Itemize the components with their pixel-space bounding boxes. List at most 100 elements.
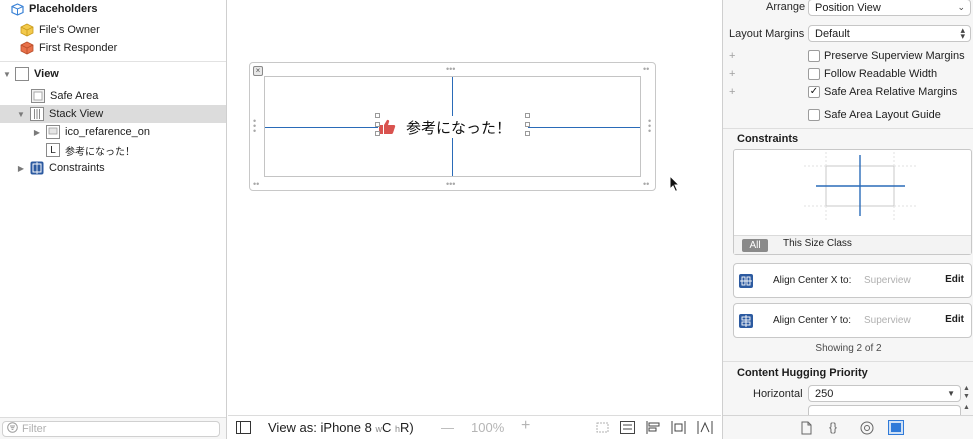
update-frames-icon[interactable] [595,421,610,437]
disclosure-closed-icon[interactable]: ▶ [16,164,26,173]
selection-handle[interactable] [375,122,380,127]
layout-margins-popup[interactable]: Default ▴ ▾ [808,25,971,42]
content-hugging-header: Content Hugging Priority [737,367,868,379]
device-label: View as: iPhone 8 [268,420,372,435]
toggle-outline-icon[interactable] [236,421,251,437]
resize-handle-top[interactable]: ••• [446,65,455,74]
files-owner-label: File's Owner [39,24,100,36]
align-center-x-icon [739,274,753,288]
constraint-name: Align Center Y to: [773,315,852,326]
outline-item-first-responder[interactable]: First Responder [0,39,226,57]
add-variation-button[interactable]: + [729,86,735,98]
selection-handle[interactable] [525,122,530,127]
label-item-label: 参考になった！ [65,146,135,158]
size-class-h: R [400,420,410,435]
safe-area-icon [31,89,45,103]
device-selector[interactable]: View as: iPhone 8 wC hR) [268,420,414,435]
outline-item-stack-view[interactable]: ▼ Stack View [0,105,226,123]
outline-item-files-owner[interactable]: File's Owner [0,21,226,39]
document-outline: Placeholders File's Owner First Responde… [0,0,227,439]
resize-handle-bottom[interactable]: ••• [446,180,455,189]
resize-handle-bottom-right[interactable]: •• [643,180,649,189]
view-label: View [34,68,59,80]
size-inspector: Arrange Position View ⌄ Layout Margins D… [722,0,973,439]
label-icon: L [46,143,60,157]
safe-area-label: Safe Area [50,90,99,102]
outline-item-label[interactable]: L 参考になった！ [0,141,226,159]
stack-view-icon [30,107,44,121]
constraint-diagram-graphic [804,152,916,222]
disclosure-open-icon[interactable]: ▼ [2,70,12,79]
interface-canvas[interactable]: × ••• ••• •• •• •• • • • • • • 参考になった！ [228,0,721,415]
quick-help-icon[interactable]: {} [829,420,837,434]
identity-inspector-icon[interactable] [860,421,874,438]
close-scene-icon[interactable]: × [253,66,263,76]
stepper[interactable]: ▲ ▼ [963,385,970,401]
constraints-icon [30,161,44,175]
selection-handle[interactable] [525,131,530,136]
tab-all[interactable]: All [742,239,768,252]
size-inspector-icon[interactable] [888,420,904,438]
add-variation-button[interactable]: + [729,50,735,62]
embed-in-stack-icon[interactable] [620,421,635,437]
follow-readable-width-checkbox[interactable] [808,68,820,80]
inspector-tab-bar: {} [723,415,973,439]
thumbs-up-icon [378,118,396,136]
safe-area-relative-margins-checkbox[interactable]: ✓ [808,86,820,98]
constraint-card-center-y[interactable]: Align Center Y to: Superview Edit [733,303,972,338]
preserve-superview-margins-checkbox[interactable] [808,50,820,62]
resize-handle-left[interactable]: • • • [253,117,258,136]
filter-icon [7,422,18,436]
outline-item-view[interactable]: ▼ View [0,65,226,83]
resize-handle-top-right[interactable]: •• [643,65,649,74]
add-constraints-icon[interactable] [671,421,686,437]
safe-area-relative-margins-label: Safe Area Relative Margins [824,86,958,98]
filter-field[interactable]: Filter [2,421,220,437]
outline-item-constraints[interactable]: ▶ Constraints [0,159,226,177]
disclosure-closed-icon[interactable]: ▶ [32,128,42,137]
constraint-card-center-x[interactable]: Align Center X to: Superview Edit [733,263,972,298]
constraints-header: Constraints [737,133,799,145]
size-class-w: C [381,420,392,435]
zoom-in-button[interactable]: + [521,417,530,435]
add-variation-button[interactable]: + [729,68,735,80]
placeholders-label: Placeholders [29,3,98,15]
selection-handle[interactable] [525,113,530,118]
constraint-target: Superview [864,275,911,286]
stack-label-text[interactable]: 参考になった！ [406,117,511,138]
selection-handle[interactable] [375,131,380,136]
stack-view[interactable]: 参考になった！ [378,116,528,138]
canvas-bottom-bar: View as: iPhone 8 wC hR) — 100% + [228,415,721,439]
horizontal-priority-field[interactable]: 250 ▼ [808,385,961,402]
zoom-out-button[interactable]: — [441,420,454,435]
root-view[interactable]: 参考になった！ [264,76,641,177]
follow-readable-width-label: Follow Readable Width [824,68,938,80]
outline-item-safe-area[interactable]: Safe Area [0,87,226,105]
placeholder-cube-icon [20,23,34,37]
section-divider [723,361,973,362]
file-inspector-icon[interactable] [801,421,812,438]
selection-handle[interactable] [375,113,380,118]
horizontal-label: Horizontal [753,388,803,400]
edit-constraint-button[interactable]: Edit [945,314,964,325]
constraints-count: Showing 2 of 2 [815,343,882,354]
edit-constraint-button[interactable]: Edit [945,274,964,285]
tab-this-size-class[interactable]: This Size Class [783,238,852,249]
arrange-popup[interactable]: Position View ⌄ [808,0,971,16]
combo-arrow-icon[interactable]: ▼ [947,389,955,398]
safe-area-layout-guide-label: Safe Area Layout Guide [824,109,941,121]
resize-handle-bottom-left[interactable]: •• [253,180,259,189]
disclosure-open-icon[interactable]: ▼ [16,110,26,119]
align-icon[interactable] [646,421,661,437]
resize-handle-right[interactable]: • • • [648,117,653,136]
resolve-issues-icon[interactable] [697,421,713,437]
section-divider [723,128,973,129]
scene-view[interactable]: × ••• ••• •• •• •• • • • • • • 参考になった！ [249,62,656,191]
view-icon [15,67,29,81]
outline-item-image-view[interactable]: ▶ ico_refarence_on [0,123,226,141]
stepper[interactable]: ▲ [963,404,970,411]
constraint-name: Align Center X to: [773,275,852,286]
safe-area-layout-guide-checkbox[interactable] [808,109,820,121]
constraints-diagram[interactable]: All This Size Class [733,149,972,255]
outline-placeholders-header[interactable]: Placeholders [0,0,226,18]
